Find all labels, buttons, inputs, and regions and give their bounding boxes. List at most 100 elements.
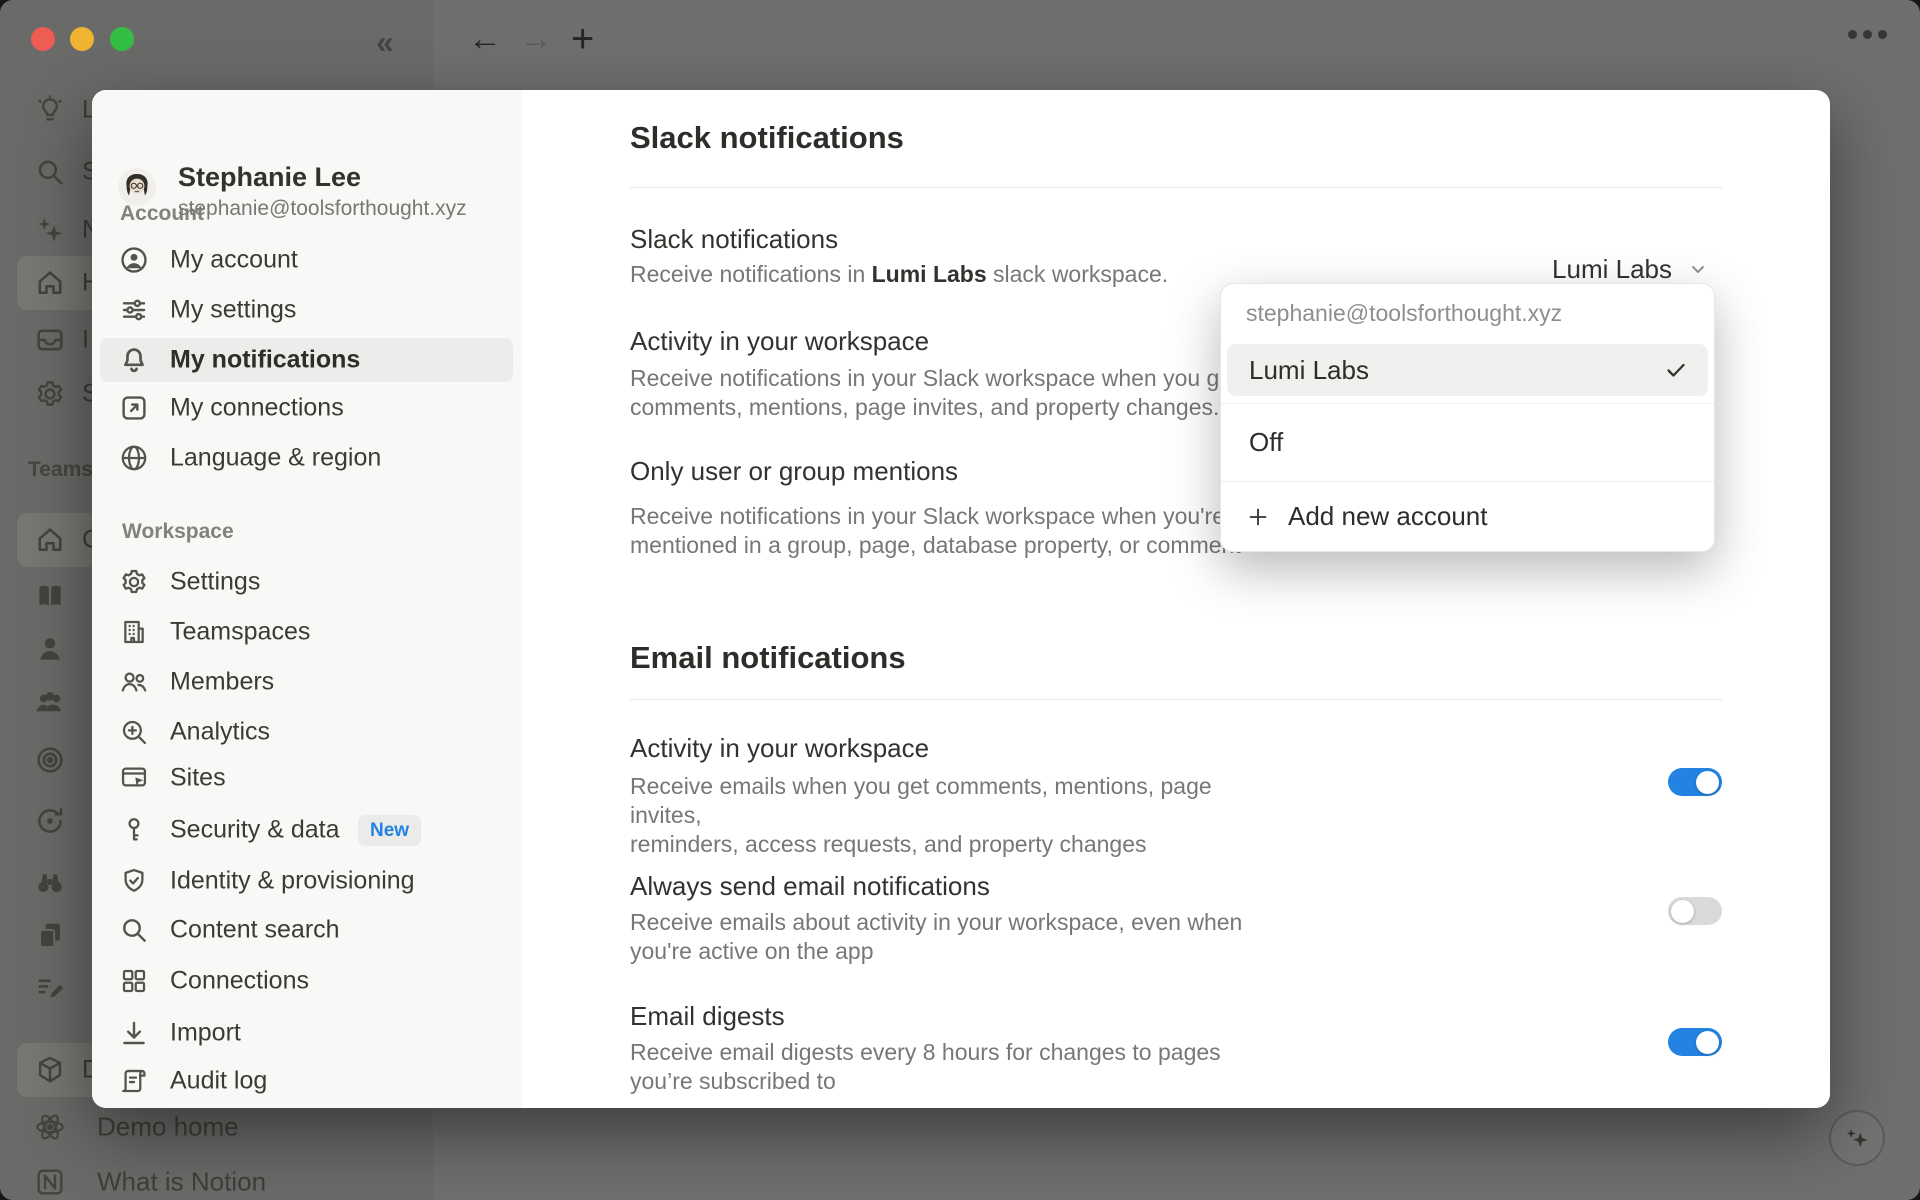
sidebar-item-connections[interactable]: Connections (100, 959, 513, 1003)
bg-sidebar-item-demo-home[interactable]: Demo home (0, 1100, 433, 1154)
new-tab-icon[interactable]: + (571, 19, 594, 59)
ai-sparkles-icon (33, 213, 67, 247)
search-icon (118, 914, 150, 946)
lightbulb-icon (33, 93, 67, 127)
browser-cursor-icon (118, 762, 150, 794)
email-notifications-heading: Email notifications (630, 640, 906, 676)
sidebar-item-security-data[interactable]: Security & data New (100, 808, 513, 852)
sidebar-item-members[interactable]: Members (100, 660, 513, 704)
desc-text: slack workspace. (987, 261, 1169, 287)
toggle-email-digests[interactable] (1668, 1028, 1722, 1056)
sparkle-icon (1841, 1121, 1875, 1155)
setting-desc-mentions: Receive notifications in your Slack work… (630, 502, 1250, 560)
dropdown-account-email: stephanie@toolsforthought.xyz (1246, 300, 1562, 327)
notion-window: L S N H I S Teamspaces C (0, 0, 1920, 1200)
dropdown-option-off[interactable]: Off (1221, 404, 1714, 481)
checkmark-icon (1664, 358, 1688, 382)
binoculars-icon (33, 865, 67, 899)
bg-item-label: What is Notion (97, 1167, 266, 1198)
bg-item-label: I (82, 326, 89, 355)
sidebar-item-label: Teamspaces (170, 618, 310, 647)
home-icon (33, 523, 67, 557)
setting-title-activity-email: Activity in your workspace (630, 733, 929, 764)
setting-desc-activity-slack: Receive notifications in your Slack work… (630, 364, 1250, 422)
sidebar-item-label: Content search (170, 916, 340, 945)
sidebar-item-my-settings[interactable]: My settings (100, 288, 513, 332)
sidebar-item-settings[interactable]: Settings (100, 560, 513, 604)
user-email: stephanie@toolsforthought.xyz (178, 197, 467, 221)
sliders-icon (118, 294, 150, 326)
sidebar-item-label: My settings (170, 296, 296, 325)
person-circle-icon (118, 244, 150, 276)
zoom-button[interactable] (110, 27, 134, 51)
desc-text: Receive notifications in (630, 261, 872, 287)
sidebar-item-label: Identity & provisioning (170, 867, 415, 896)
shield-check-icon (118, 865, 150, 897)
sidebar-item-label: Security & data (170, 816, 340, 845)
sidebar-item-my-account[interactable]: My account (100, 238, 513, 282)
sidebar-item-import[interactable]: Import (100, 1011, 513, 1055)
sidebar-item-language-region[interactable]: Language & region (100, 436, 513, 480)
back-icon[interactable]: ← (468, 22, 502, 56)
sidebar-item-sites[interactable]: Sites (100, 756, 513, 800)
setting-title-mentions: Only user or group mentions (630, 456, 958, 487)
sidebar-item-analytics[interactable]: Analytics (100, 710, 513, 754)
sidebar-item-label: Audit log (170, 1067, 267, 1096)
sidebar-item-my-connections[interactable]: My connections (100, 386, 513, 430)
sidebar-item-label: My connections (170, 394, 344, 423)
building-icon (118, 616, 150, 648)
sidebar-item-label: Import (170, 1019, 241, 1048)
sidebar-item-label: Analytics (170, 718, 270, 747)
bg-item-label: Demo home (97, 1112, 239, 1143)
bg-sidebar-item-what-is-notion[interactable]: What is Notion (0, 1155, 433, 1200)
workspace-section-label: Workspace (122, 520, 234, 544)
toggle-knob (1671, 900, 1694, 923)
atom-icon (33, 1110, 67, 1144)
gear-icon (118, 566, 150, 598)
sidebar-item-label: Members (170, 668, 274, 697)
toggle-activity-email[interactable] (1668, 768, 1722, 796)
book-icon (33, 579, 67, 613)
sidebar-item-content-search[interactable]: Content search (100, 908, 513, 952)
option-label: Add new account (1288, 501, 1487, 532)
collapse-sidebar-icon[interactable]: « (376, 24, 394, 61)
sidebar-item-my-notifications[interactable]: My notifications (100, 338, 513, 382)
sidebar-item-teamspaces[interactable]: Teamspaces (100, 610, 513, 654)
avatar (118, 168, 156, 206)
gear-icon (33, 377, 67, 411)
sidebar-item-identity-provisioning[interactable]: Identity & provisioning (100, 859, 513, 903)
grid-icon (118, 965, 150, 997)
search-icon (33, 155, 67, 189)
more-options-icon[interactable] (1848, 30, 1887, 39)
dropdown-option-lumi-labs[interactable]: Lumi Labs (1227, 344, 1708, 396)
target-icon (33, 743, 67, 777)
toggle-knob (1696, 771, 1719, 794)
toggle-always-send[interactable] (1668, 897, 1722, 925)
sidebar-item-label: Settings (170, 568, 260, 597)
close-button[interactable] (31, 27, 55, 51)
pages-icon (33, 918, 67, 952)
key-icon (118, 814, 150, 846)
slack-notifications-heading: Slack notifications (630, 120, 904, 156)
people-icon (33, 685, 67, 719)
sidebar-item-audit-log[interactable]: Audit log (100, 1059, 513, 1103)
sidebar-item-label: My notifications (170, 346, 360, 375)
sidebar-item-label: Connections (170, 967, 309, 996)
sidebar-item-label: Language & region (170, 444, 381, 473)
minimize-button[interactable] (70, 27, 94, 51)
user-name: Stephanie Lee (178, 162, 361, 193)
forward-icon[interactable]: → (519, 22, 553, 56)
divider (630, 187, 1722, 188)
user-profile-item[interactable]: Stephanie Lee stephanie@toolsforthought.… (100, 166, 513, 232)
plus-icon (1246, 505, 1270, 529)
notion-ai-button[interactable] (1829, 1110, 1885, 1166)
notion-n-icon (33, 1165, 67, 1199)
dropdown-add-new-account[interactable]: Add new account (1221, 482, 1714, 551)
workspace-name: Lumi Labs (872, 261, 987, 287)
new-badge: New (358, 815, 421, 846)
chevron-down-icon (1688, 259, 1708, 279)
setting-title-slack: Slack notifications (630, 224, 838, 255)
setting-title-email-digests: Email digests (630, 1001, 785, 1032)
magnifier-plus-icon (118, 716, 150, 748)
setting-title-always-send: Always send email notifications (630, 871, 990, 902)
